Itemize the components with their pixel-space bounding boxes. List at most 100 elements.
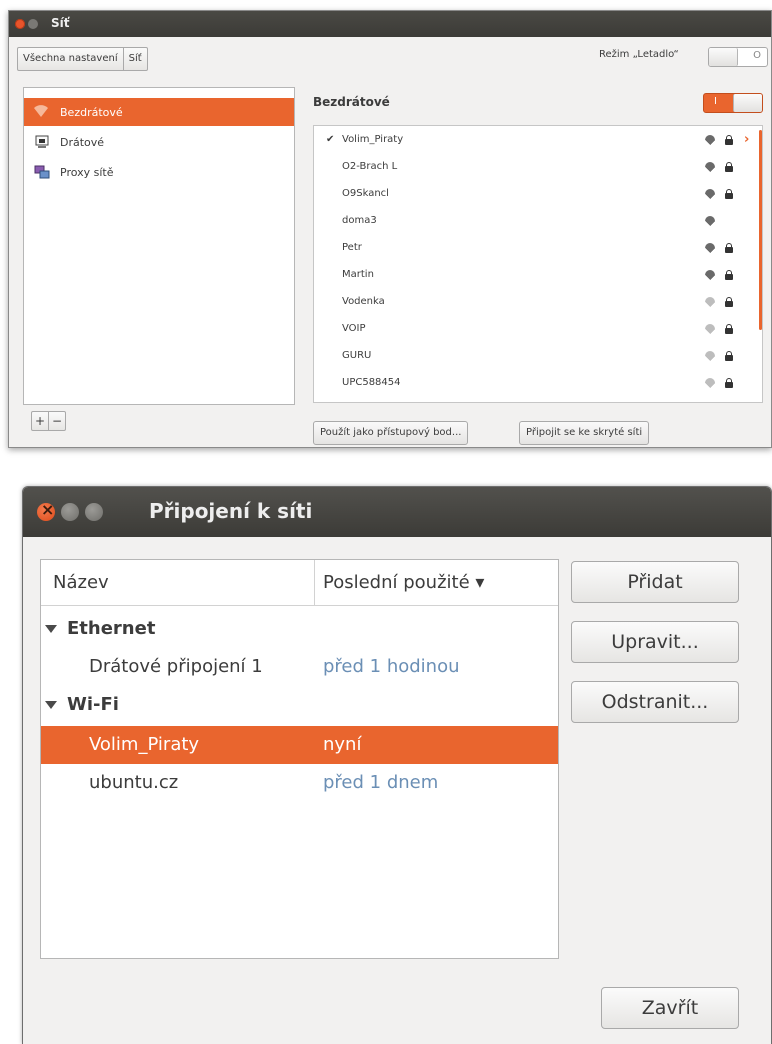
- wifi-signal-icon: [704, 188, 716, 199]
- edit-button[interactable]: Upravit...: [571, 621, 739, 663]
- wireless-section-title: Bezdrátové: [313, 95, 390, 109]
- lock-icon: [724, 296, 734, 307]
- wifi-network-row[interactable]: doma3: [314, 207, 760, 234]
- network-settings-window: Síť Všechna nastavení Síť Režim „Letadlo…: [8, 10, 772, 448]
- minimize-icon[interactable]: [28, 19, 38, 29]
- window-title: Připojení k síti: [149, 499, 313, 523]
- wifi-signal-icon: [704, 134, 716, 145]
- wifi-signal-icon: [704, 377, 716, 388]
- network-connections-window: Připojení k síti Název Poslední použité …: [22, 486, 772, 1044]
- toggle-knob: [709, 48, 738, 66]
- breadcrumb-network[interactable]: Síť: [122, 48, 147, 70]
- device-list: Bezdrátové Drátové Proxy sítě: [23, 87, 295, 405]
- wifi-network-row[interactable]: GURU: [314, 342, 760, 369]
- ethernet-icon: [34, 135, 52, 149]
- minimize-icon[interactable]: [61, 503, 79, 521]
- network-name: O9Skancl: [342, 188, 389, 199]
- group-label: Wi-Fi: [67, 694, 119, 715]
- breadcrumb-all-settings[interactable]: Všechna nastavení: [18, 48, 123, 70]
- wifi-signal-icon: [704, 350, 716, 361]
- breadcrumb: Všechna nastavení Síť: [17, 47, 148, 71]
- device-label: Drátové: [60, 135, 105, 149]
- device-item-proxy[interactable]: Proxy sítě: [24, 158, 294, 186]
- connection-name: Volim_Piraty: [89, 734, 200, 755]
- network-details-arrow-icon[interactable]: ›: [744, 132, 754, 147]
- wireless-toggle[interactable]: I: [703, 93, 763, 113]
- wifi-network-list: ✔ Volim_Piraty › O2-Brach L O9Skancl dom…: [313, 125, 763, 403]
- wifi-network-row[interactable]: O9Skancl: [314, 180, 760, 207]
- lock-icon: [724, 350, 734, 361]
- wifi-network-row[interactable]: UPC588454: [314, 369, 760, 396]
- close-icon[interactable]: [37, 500, 55, 521]
- remove-device-button[interactable]: −: [48, 412, 65, 430]
- network-name: GURU: [342, 350, 372, 361]
- lock-icon: [724, 323, 734, 334]
- lock-icon: [724, 377, 734, 388]
- delete-button[interactable]: Odstranit...: [571, 681, 739, 723]
- connect-hidden-network-button[interactable]: Připojit se ke skryté síti: [519, 421, 650, 445]
- lock-icon: [724, 188, 734, 199]
- close-icon[interactable]: [15, 19, 25, 29]
- wifi-network-row[interactable]: Martin: [314, 261, 760, 288]
- network-name: Vodenka: [342, 296, 385, 307]
- wifi-network-row[interactable]: Vodenka: [314, 288, 760, 315]
- group-label: Ethernet: [67, 618, 156, 639]
- connected-check-icon: ✔: [326, 134, 335, 145]
- lock-icon: [724, 134, 734, 145]
- airplane-mode-toggle[interactable]: O: [708, 47, 768, 67]
- device-item-wired[interactable]: Drátové: [24, 128, 294, 156]
- connection-row[interactable]: Volim_Piraty nyní: [41, 726, 558, 764]
- airplane-mode-label: Režim „Letadlo“: [599, 49, 679, 60]
- connection-name: Drátové připojení 1: [89, 656, 263, 677]
- wifi-signal-icon: [704, 323, 716, 334]
- connection-last-used: před 1 hodinou: [323, 656, 460, 677]
- lock-icon: [724, 242, 734, 253]
- lock-icon: [724, 161, 734, 172]
- device-item-wireless[interactable]: Bezdrátové: [24, 98, 294, 126]
- hotspot-button[interactable]: Použít jako přístupový bod...: [313, 421, 469, 445]
- toggle-state-label: I: [714, 96, 717, 107]
- maximize-icon[interactable]: [85, 503, 103, 521]
- wifi-network-row[interactable]: VOIP: [314, 315, 760, 342]
- add-device-button[interactable]: +: [32, 412, 48, 430]
- connections-list: Název Poslední použité ▾ Ethernet Drátov…: [40, 559, 559, 959]
- wifi-network-row[interactable]: ✔ Volim_Piraty ›: [314, 126, 760, 153]
- wifi-signal-icon: [704, 161, 716, 172]
- group-header-wifi[interactable]: Wi-Fi: [41, 686, 558, 724]
- wifi-network-row[interactable]: O2-Brach L: [314, 153, 760, 180]
- network-name: Martin: [342, 269, 374, 280]
- toggle-state-label: O: [753, 50, 761, 61]
- group-header-ethernet[interactable]: Ethernet: [41, 610, 558, 648]
- expander-triangle-icon[interactable]: [45, 625, 57, 633]
- network-name: VOIP: [342, 323, 366, 334]
- connection-last-used: před 1 dnem: [323, 772, 439, 793]
- wifi-icon: [34, 105, 52, 119]
- network-name: Petr: [342, 242, 362, 253]
- device-label: Bezdrátové: [60, 105, 123, 119]
- wifi-signal-icon: [704, 242, 716, 253]
- network-name: UPC588454: [342, 377, 401, 388]
- connection-name: ubuntu.cz: [89, 772, 179, 793]
- column-header-name[interactable]: Název: [41, 560, 315, 606]
- expander-triangle-icon[interactable]: [45, 701, 57, 709]
- connection-row[interactable]: Drátové připojení 1 před 1 hodinou: [41, 648, 558, 686]
- lock-icon: [724, 269, 734, 280]
- wifi-signal-icon: [704, 296, 716, 307]
- device-label: Proxy sítě: [60, 165, 114, 179]
- close-button[interactable]: Zavřít: [601, 987, 739, 1029]
- window-title: Síť: [51, 16, 70, 30]
- add-button[interactable]: Přidat: [571, 561, 739, 603]
- titlebar: Připojení k síti: [23, 487, 771, 537]
- connection-row[interactable]: ubuntu.cz před 1 dnem: [41, 764, 558, 802]
- proxy-icon: [34, 165, 52, 179]
- network-name: Volim_Piraty: [342, 134, 404, 145]
- column-header-last-used[interactable]: Poslední použité ▾: [315, 560, 558, 606]
- network-name: doma3: [342, 215, 377, 226]
- wifi-signal-icon: [704, 269, 716, 280]
- network-name: O2-Brach L: [342, 161, 398, 172]
- toggle-knob: [733, 94, 762, 112]
- wifi-network-row[interactable]: Petr: [314, 234, 760, 261]
- titlebar: Síť: [9, 11, 771, 37]
- add-remove-buttons: + −: [31, 411, 66, 431]
- wifi-signal-icon: [704, 215, 716, 226]
